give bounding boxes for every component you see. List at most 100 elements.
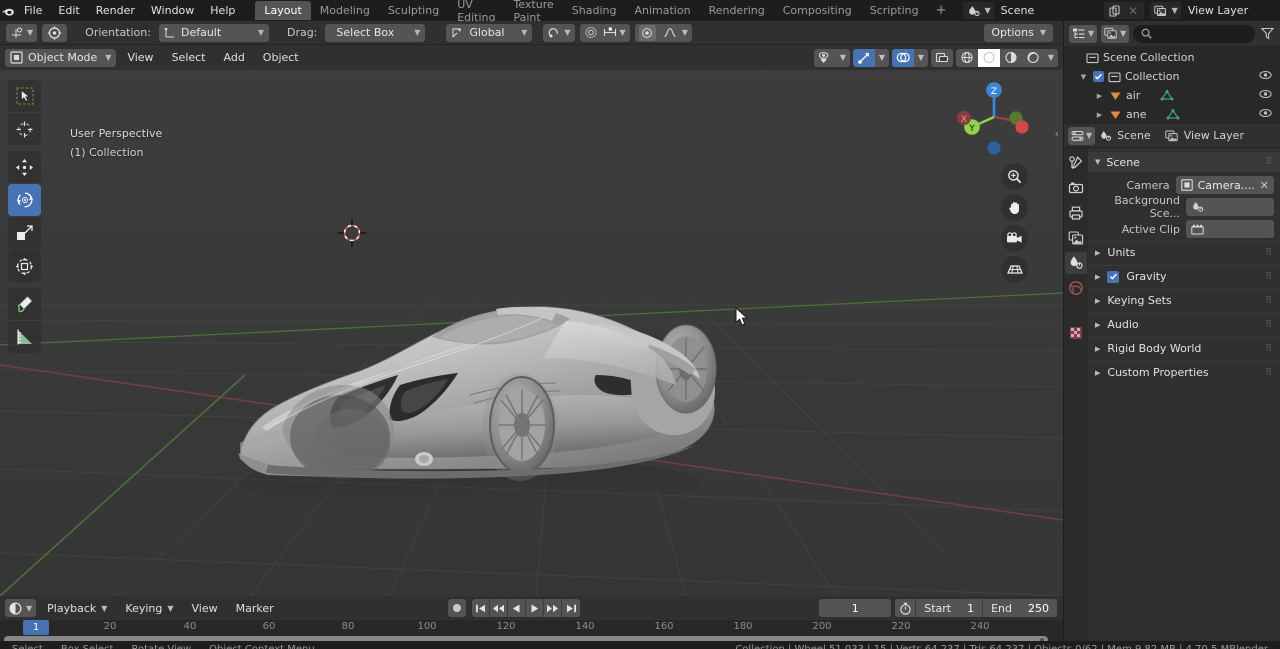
current-frame-field[interactable]: 1 — [819, 599, 892, 617]
toggle-orthographic-button[interactable] — [1001, 256, 1028, 283]
end-frame-field[interactable]: End 250 — [982, 599, 1057, 617]
record-keyframes-icon[interactable] — [448, 599, 466, 617]
disclosure-triangle-icon[interactable]: ▶ — [1094, 111, 1105, 119]
outliner-display-chevron-down-icon[interactable]: ▼ — [1088, 29, 1094, 38]
pan-view-button[interactable] — [1001, 194, 1028, 221]
zoom-view-button[interactable] — [1001, 163, 1028, 190]
falloff-chevron-down-icon[interactable]: ▼ — [682, 28, 688, 37]
subpanel-units[interactable]: ▶ Units ⠿ — [1088, 241, 1280, 263]
annotate-tool[interactable] — [8, 288, 41, 320]
timeline-playhead[interactable]: 1 — [23, 620, 49, 635]
workspace-tab-shading[interactable]: Shading — [563, 1, 626, 20]
search-input[interactable] — [1157, 27, 1247, 40]
workspace-tab-animation[interactable]: Animation — [625, 1, 699, 20]
outliner-search-field[interactable] — [1133, 24, 1255, 43]
panel-disclosure-icon[interactable]: ▶ — [1095, 249, 1100, 257]
xray-toggle-icon[interactable] — [931, 48, 953, 67]
visibility-eye-icon[interactable] — [1259, 108, 1272, 121]
properties-editor-type-button[interactable]: ▼ — [1068, 126, 1096, 145]
proportional-falloff-group[interactable]: ▼ — [634, 23, 692, 42]
workspace-tab-sculpting[interactable]: Sculpting — [379, 1, 448, 20]
visibility-eye-icon[interactable] — [1259, 89, 1272, 102]
proportional-editing-group[interactable]: ▼ — [579, 23, 630, 42]
background-scene-field[interactable] — [1186, 198, 1274, 216]
disclosure-triangle-icon[interactable]: ▼ — [1078, 73, 1089, 81]
visibility-eye-icon[interactable] — [1259, 70, 1272, 83]
shading-wireframe-icon[interactable] — [956, 49, 978, 67]
visibility-chevron-down-icon[interactable]: ▼ — [836, 49, 850, 67]
shading-rendered-icon[interactable] — [1022, 49, 1044, 67]
properties-tab-scene[interactable] — [1065, 252, 1087, 274]
properties-editor[interactable]: ▼ Scene View Layer ▼ Scene ⠿ Camera Came… — [1064, 124, 1280, 649]
active-clip-field[interactable] — [1186, 220, 1274, 238]
timeline-menu-keying[interactable]: Keying ▼ — [118, 599, 180, 617]
workspace-tab-layout[interactable]: Layout — [255, 1, 311, 20]
properties-tab-output[interactable] — [1065, 202, 1087, 224]
add-workspace-button[interactable]: + — [928, 0, 955, 21]
camera-field[interactable]: Camera.... ✕ — [1175, 176, 1274, 194]
unlink-scene-icon[interactable]: ✕ — [1126, 2, 1141, 19]
menu-window[interactable]: Window — [143, 0, 202, 21]
stopwatch-icon[interactable] — [895, 599, 915, 617]
properties-type-chevron-down-icon[interactable]: ▼ — [1086, 131, 1092, 140]
timeline-menu-marker[interactable]: Marker — [229, 599, 281, 617]
viewport-options-dropdown[interactable]: Options ▼ — [984, 23, 1053, 42]
start-frame-field[interactable]: Start 1 — [915, 599, 982, 617]
options-chevron-down-icon[interactable]: ▼ — [1040, 28, 1046, 37]
workspace-tab-uv-editing[interactable]: UV Editing — [448, 0, 504, 24]
snap-grid-chevron-down-icon[interactable]: ▼ — [620, 28, 626, 37]
shading-chevron-down-icon[interactable]: ▼ — [1044, 49, 1058, 67]
gizmo-icon[interactable] — [853, 48, 875, 67]
subpanel-custom-properties[interactable]: ▶ Custom Properties ⠿ — [1088, 361, 1280, 383]
proportional-toggle-icon[interactable] — [638, 24, 656, 41]
outliner-id-chevron-down-icon[interactable]: ▼ — [1120, 29, 1126, 38]
properties-tab-tool[interactable] — [1065, 152, 1087, 174]
panel-disclosure-icon[interactable]: ▶ — [1095, 369, 1100, 377]
subpanel-rigid-body-world[interactable]: ▶ Rigid Body World ⠿ — [1088, 337, 1280, 359]
view-layer-id-block[interactable]: ▼ View Layer ✕ — [1149, 2, 1280, 19]
viewport-menu-object[interactable]: Object — [256, 49, 306, 67]
view-layer-chevron-down-icon[interactable]: ▼ — [1172, 6, 1178, 15]
snap-chevron-down-icon[interactable]: ▼ — [564, 28, 570, 37]
pivot-chevron-down-icon[interactable]: ▼ — [27, 28, 33, 37]
timeline-menu-playback[interactable]: Playback ▼ — [40, 599, 114, 617]
overlays-chevron-down-icon[interactable]: ▼ — [914, 49, 928, 67]
scene-panel-header[interactable]: ▼ Scene ⠿ — [1088, 152, 1280, 172]
breadcrumb-scene[interactable]: Scene — [1099, 129, 1151, 142]
panel-disclosure-icon[interactable]: ▶ — [1095, 321, 1100, 329]
object-mode-dropdown[interactable]: Object Mode ▼ — [5, 48, 117, 67]
play-reverse-button[interactable] — [508, 599, 526, 617]
overlays-group[interactable]: ▼ — [892, 48, 928, 67]
menu-render[interactable]: Render — [88, 0, 143, 21]
cursor-tool[interactable] — [8, 113, 41, 145]
timeline-editor[interactable]: ▼ Playback ▼ Keying ▼ View Marker 1 Star… — [0, 596, 1063, 644]
duplicate-icon[interactable] — [1107, 2, 1123, 19]
tweak-select-box-tool[interactable] — [8, 80, 41, 112]
panel-disclosure-icon[interactable]: ▶ — [1095, 297, 1100, 305]
rotate-tool[interactable] — [8, 184, 41, 216]
workspace-tab-scripting[interactable]: Scripting — [861, 1, 928, 20]
timeline-ruler[interactable]: 20 40 60 80 100 120 140 160 180 200 220 … — [0, 620, 1063, 635]
workspace-tab-rendering[interactable]: Rendering — [700, 1, 774, 20]
scale-tool[interactable] — [8, 217, 41, 249]
properties-tab-view-layer[interactable] — [1065, 227, 1087, 249]
filter-icon[interactable] — [1259, 27, 1275, 40]
outliner-row-air[interactable]: ▶ air — [1064, 86, 1280, 105]
outliner-editor[interactable]: ▼ ▼ Scene Collection ▼ Collection ▶ air … — [1064, 21, 1280, 124]
properties-tab-world[interactable] — [1065, 277, 1087, 299]
collection-checkbox[interactable] — [1093, 71, 1104, 82]
transform-pivot-point-button[interactable]: ▼ — [6, 23, 38, 42]
timeline-editor-chevron-down-icon[interactable]: ▼ — [26, 604, 32, 613]
menu-edit[interactable]: Edit — [50, 0, 87, 21]
jump-to-prev-keyframe-button[interactable] — [490, 599, 508, 617]
transform-orientation-dropdown[interactable]: Global ▼ — [446, 23, 533, 42]
jump-to-start-button[interactable] — [472, 599, 490, 617]
3d-viewport[interactable]: User Perspective (1) Collection Object M… — [0, 45, 1063, 596]
sidebar-toggle-arrow-icon[interactable]: ‹ — [1055, 127, 1059, 140]
scene-name-field[interactable]: Scene — [993, 2, 1104, 19]
workspace-tab-modeling[interactable]: Modeling — [311, 1, 379, 20]
object-visibility-group[interactable]: ▼ — [814, 48, 850, 67]
navigation-gizmo[interactable]: Z Y X — [955, 78, 1033, 156]
transform-orientation-chevron-down-icon[interactable]: ▼ — [517, 28, 527, 37]
gizmo-chevron-down-icon[interactable]: ▼ — [875, 49, 889, 67]
